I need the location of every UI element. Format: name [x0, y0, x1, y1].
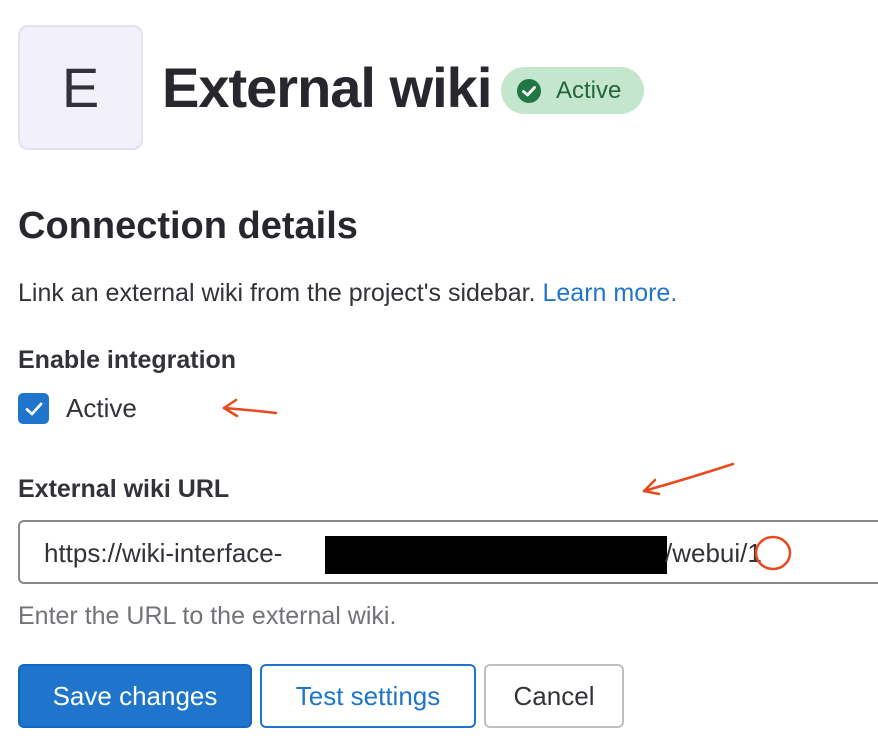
arrow-annotation-checkbox — [222, 398, 278, 418]
integration-avatar: E — [18, 25, 143, 150]
external-wiki-url-label: External wiki URL — [18, 475, 230, 503]
active-checkbox[interactable] — [18, 393, 49, 424]
learn-more-link[interactable]: Learn more. — [542, 279, 677, 307]
cancel-button[interactable]: Cancel — [484, 664, 624, 728]
status-badge: Active — [501, 67, 644, 114]
description-text: Link an external wiki from the project's… — [18, 279, 536, 307]
url-value-suffix: /webui/1 — [665, 538, 762, 568]
status-badge-label: Active — [556, 76, 622, 104]
checkmark-icon — [25, 402, 42, 415]
section-description: Link an external wiki from the project's… — [18, 277, 677, 309]
test-settings-button[interactable]: Test settings — [260, 664, 476, 728]
save-changes-button[interactable]: Save changes — [18, 664, 252, 728]
check-circle-icon — [517, 78, 541, 103]
external-wiki-url-input[interactable]: https://wiki-interface- /webui/1 — [18, 520, 878, 584]
active-checkbox-label[interactable]: Active — [66, 392, 137, 424]
url-help-text: Enter the URL to the external wiki. — [18, 602, 397, 630]
arrow-annotation-url — [642, 462, 735, 496]
section-title: Connection details — [18, 205, 358, 247]
avatar-letter: E — [61, 56, 100, 119]
page-title: External wiki — [162, 56, 492, 119]
enable-integration-label: Enable integration — [18, 346, 237, 374]
url-value-prefix: https://wiki-interface- — [44, 538, 283, 568]
redaction-block — [325, 536, 667, 574]
